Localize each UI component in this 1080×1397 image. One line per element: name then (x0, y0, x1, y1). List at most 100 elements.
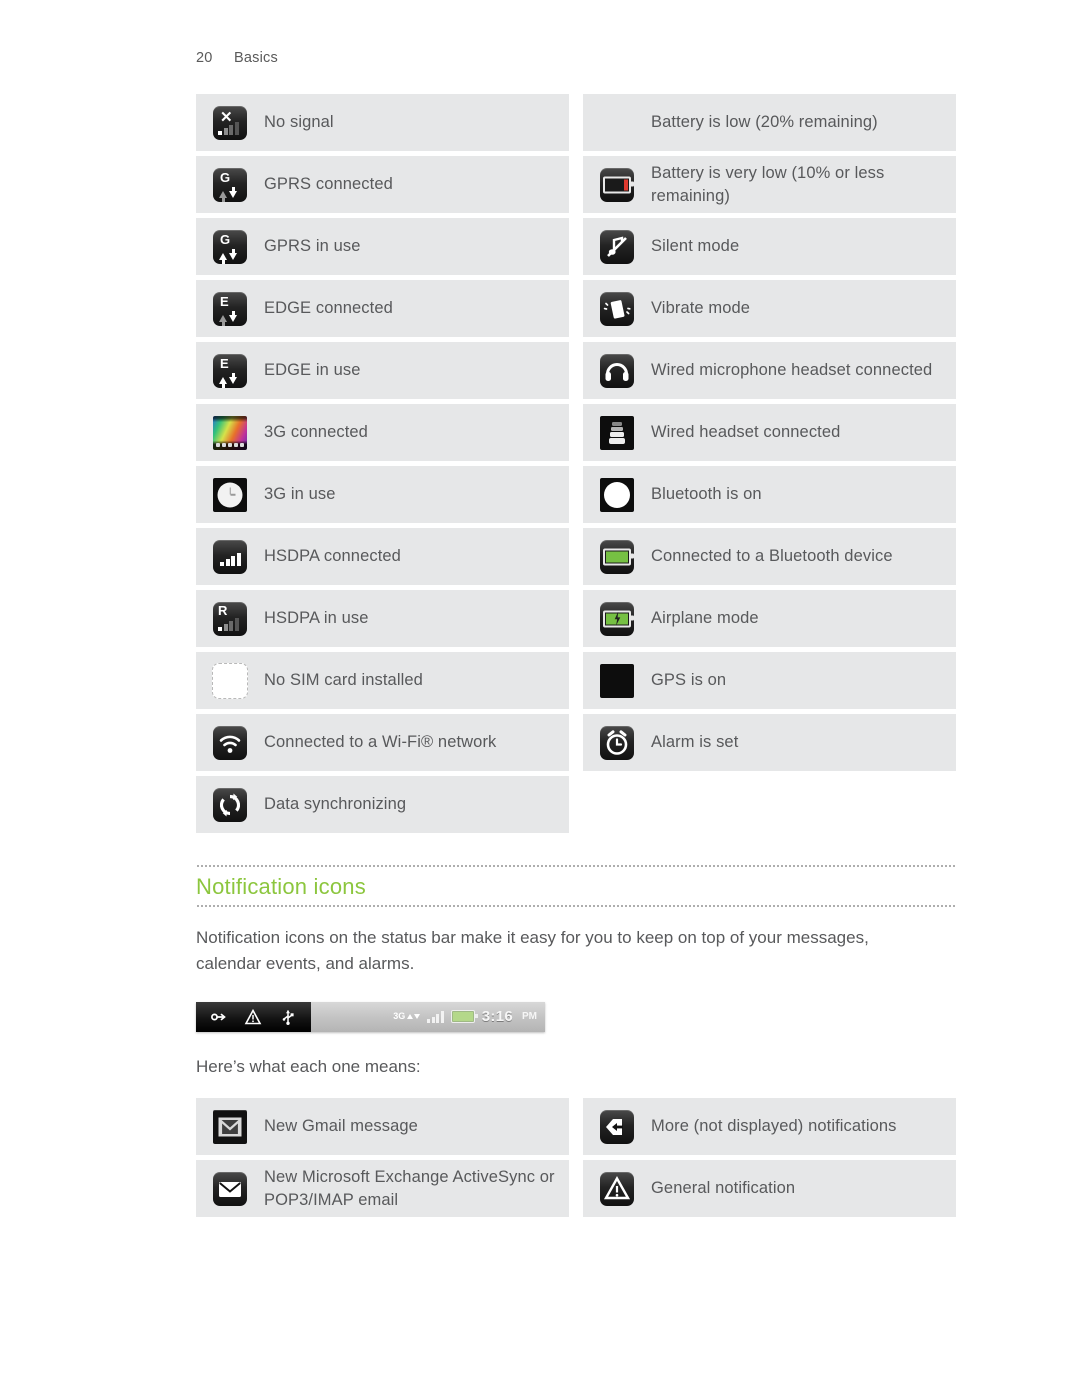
row-label: Wired microphone headset connected (651, 361, 933, 380)
row-label: Battery is low (20% remaining) (651, 113, 878, 132)
gps-on-icon (600, 663, 634, 698)
alarm-set-icon (600, 725, 634, 760)
table-row: General notification (583, 1160, 956, 1218)
row-label: Vibrate mode (651, 299, 751, 318)
battery-very-low-icon (600, 167, 634, 202)
notification-icons-left-column: New Gmail message New Microsoft Exchange… (196, 1098, 569, 1218)
row-label: Connected to a Bluetooth device (651, 547, 893, 566)
wired-microphone-headset-icon (600, 353, 634, 388)
divider-bottom (196, 905, 956, 907)
table-row: Vibrate mode (583, 280, 956, 337)
table-row: 3G connected (196, 404, 569, 461)
page-number: 20 (196, 50, 213, 66)
icon-cell (583, 1171, 651, 1206)
icon-cell: E (196, 353, 264, 388)
row-label: Battery is very low (10% or less remaini… (651, 164, 885, 205)
table-row: Bluetooth is on (583, 466, 956, 523)
gprs-in-use-icon: G (213, 229, 247, 264)
table-row: G GPRS connected (196, 156, 569, 213)
table-row: E EDGE connected (196, 280, 569, 337)
row-label: EDGE in use (264, 361, 361, 380)
row-label: Connected to a Wi-Fi® network (264, 733, 497, 752)
icon-cell (583, 167, 651, 202)
icon-cell: R (196, 601, 264, 636)
row-label: Wired headset connected (651, 423, 841, 442)
icon-cell (196, 539, 264, 574)
bluetooth-connected-icon (600, 539, 634, 574)
icon-cell (583, 477, 651, 512)
table-row: R HSDPA in use (196, 590, 569, 647)
row-label: HSDPA connected (264, 547, 401, 566)
row-label: 3G connected (264, 423, 368, 442)
table-row: Wired headset connected (583, 404, 956, 461)
icon-cell (196, 1109, 264, 1144)
airplane-mode-icon (600, 601, 634, 636)
usb-icon (279, 1008, 297, 1026)
icon-cell (583, 353, 651, 388)
row-label: GPRS in use (264, 237, 361, 256)
table-row: HSDPA connected (196, 528, 569, 585)
row-label: More (not displayed) notifications (651, 1117, 897, 1136)
status-bar-system-area: 3G 3:16 PM (311, 1001, 545, 1032)
edge-in-use-icon: E (213, 353, 247, 388)
table-row: G GPRS in use (196, 218, 569, 275)
edge-connected-icon: E (213, 291, 247, 326)
signal-bars-icon (427, 1010, 444, 1024)
table-row: Alarm is set (583, 714, 956, 771)
icon-cell (583, 1109, 651, 1144)
status-icons-table: ✕ No signal G GPRS connected G GPRS in u… (196, 94, 956, 833)
gmail-icon (213, 1109, 247, 1144)
link-arrow-icon (210, 1008, 228, 1026)
table-row: Battery is low (20% remaining) (583, 94, 956, 151)
3g-in-use-icon (213, 477, 247, 512)
page-content: 20 Basics ✕ No signal G GPRS connected G… (196, 0, 956, 1218)
icon-cell: G (196, 167, 264, 202)
3g-connected-icon (213, 415, 247, 450)
row-label: GPRS connected (264, 175, 393, 194)
status-bar-notifications-area (196, 1001, 311, 1032)
table-row: ✕ No signal (196, 94, 569, 151)
icon-cell: ✕ (196, 105, 264, 140)
table-row: New Gmail message (196, 1098, 569, 1156)
notification-icons-section: Notification icons Notification icons on… (196, 865, 956, 1218)
hsdpa-connected-icon (213, 539, 247, 574)
row-label: Alarm is set (651, 733, 739, 752)
divider-top (196, 865, 956, 867)
table-row: Data synchronizing (196, 776, 569, 833)
row-label: New Microsoft Exchange ActiveSync or POP… (264, 1168, 555, 1209)
icon-cell (583, 415, 651, 450)
battery-icon (450, 1010, 478, 1024)
intro-paragraph: Notification icons on the status bar mak… (196, 928, 869, 974)
table-row: Airplane mode (583, 590, 956, 647)
gprs-connected-icon: G (213, 167, 247, 202)
silent-mode-icon (600, 229, 634, 264)
wifi-connected-icon (213, 725, 247, 760)
clock-time: 3:16 (481, 1008, 513, 1026)
row-label: GPS is on (651, 671, 727, 690)
more-notifications-icon (600, 1109, 634, 1144)
icon-cell (583, 601, 651, 636)
row-label: No signal (264, 113, 334, 132)
notification-icons-table: New Gmail message New Microsoft Exchange… (196, 1098, 956, 1218)
icon-cell (583, 725, 651, 760)
bluetooth-on-icon (600, 477, 634, 512)
table-row: Silent mode (583, 218, 956, 275)
table-row: Connected to a Wi-Fi® network (196, 714, 569, 771)
status-icons-left-column: ✕ No signal G GPRS connected G GPRS in u… (196, 94, 569, 833)
row-label: EDGE connected (264, 299, 393, 318)
icon-cell (196, 725, 264, 760)
row-label: HSDPA in use (264, 609, 369, 628)
status-bar-figure: 3G 3:16 PM (196, 1001, 545, 1032)
table-row: E EDGE in use (196, 342, 569, 399)
warning-triangle-icon (244, 1008, 262, 1026)
icon-cell (196, 477, 264, 512)
row-label: Bluetooth is on (651, 485, 762, 504)
row-label: Data synchronizing (264, 795, 407, 814)
data-synchronizing-icon (213, 787, 247, 822)
wired-headset-icon (600, 415, 634, 450)
row-label: No SIM card installed (264, 671, 423, 690)
icon-cell: G (196, 229, 264, 264)
table-row: Battery is very low (10% or less remaini… (583, 156, 956, 213)
icon-cell (196, 787, 264, 822)
table-row: More (not displayed) notifications (583, 1098, 956, 1156)
